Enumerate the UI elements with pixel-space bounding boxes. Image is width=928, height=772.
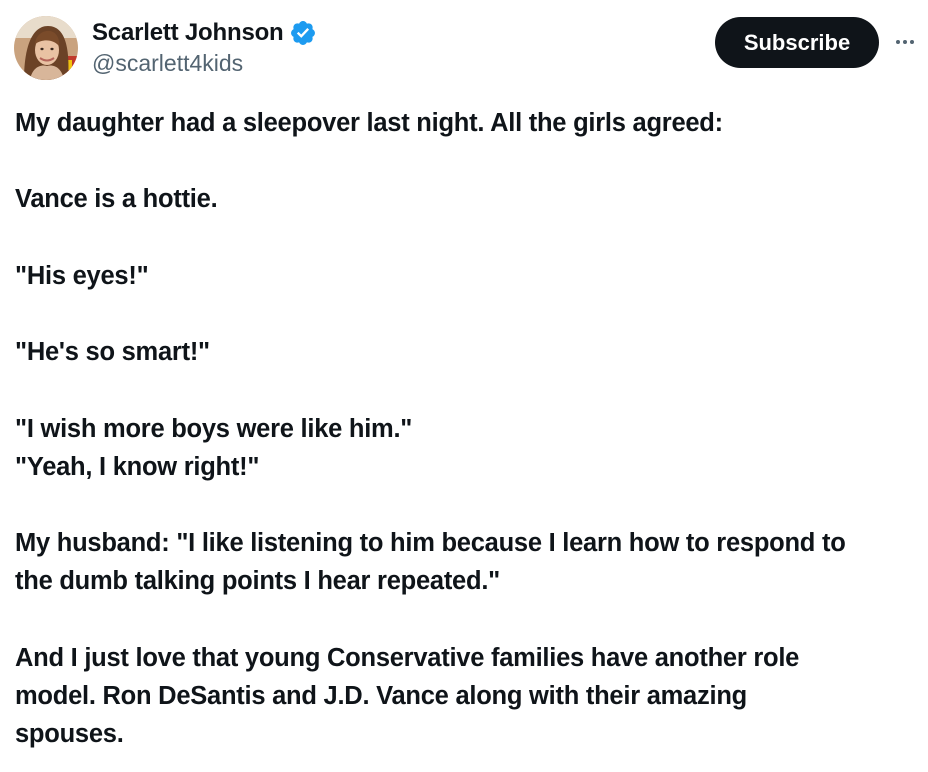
text-line: spouses.	[15, 720, 124, 749]
name-row: Scarlett Johnson	[92, 16, 317, 50]
handle[interactable]: @scarlett4kids	[92, 50, 317, 77]
text-line: "I wish more boys were like him."	[15, 414, 413, 443]
text-line: My husband: "I like listening to him bec…	[15, 529, 846, 558]
dot	[896, 40, 900, 44]
text-line: "His eyes!"	[15, 261, 149, 290]
verified-badge-icon[interactable]	[289, 19, 317, 47]
paragraph: My daughter had a sleepover last night. …	[15, 104, 920, 142]
text-line: And I just love that young Conservative …	[15, 643, 800, 672]
more-horizontal-icon[interactable]	[890, 28, 920, 56]
display-name[interactable]: Scarlett Johnson	[92, 19, 284, 47]
tweet-header: Scarlett Johnson @scarlett4kids Subscrib…	[0, 0, 928, 100]
paragraph: My husband: "I like listening to him bec…	[15, 524, 920, 600]
tweet-text: My daughter had a sleepover last night. …	[15, 104, 920, 753]
paragraph: "He's so smart!"	[15, 333, 920, 371]
paragraph: Vance is a hottie.	[15, 180, 920, 218]
text-line: the dumb talking points I hear repeated.…	[15, 567, 500, 596]
paragraph: And I just love that young Conservative …	[15, 639, 920, 754]
paragraph: "I wish more boys were like him." "Yeah,…	[15, 410, 920, 486]
author-info: Scarlett Johnson @scarlett4kids	[92, 16, 317, 77]
text-line: Vance is a hottie.	[15, 185, 218, 214]
dot	[903, 40, 907, 44]
text-line: "He's so smart!"	[15, 338, 210, 367]
subscribe-button[interactable]: Subscribe	[715, 17, 879, 68]
dot	[910, 40, 914, 44]
paragraph: "His eyes!"	[15, 257, 920, 295]
text-line: "Yeah, I know right!"	[15, 452, 260, 481]
text-line: My daughter had a sleepover last night. …	[15, 109, 723, 137]
text-line: model. Ron DeSantis and J.D. Vance along…	[15, 681, 747, 710]
profile-photo-icon	[14, 16, 78, 80]
avatar[interactable]	[14, 16, 78, 80]
